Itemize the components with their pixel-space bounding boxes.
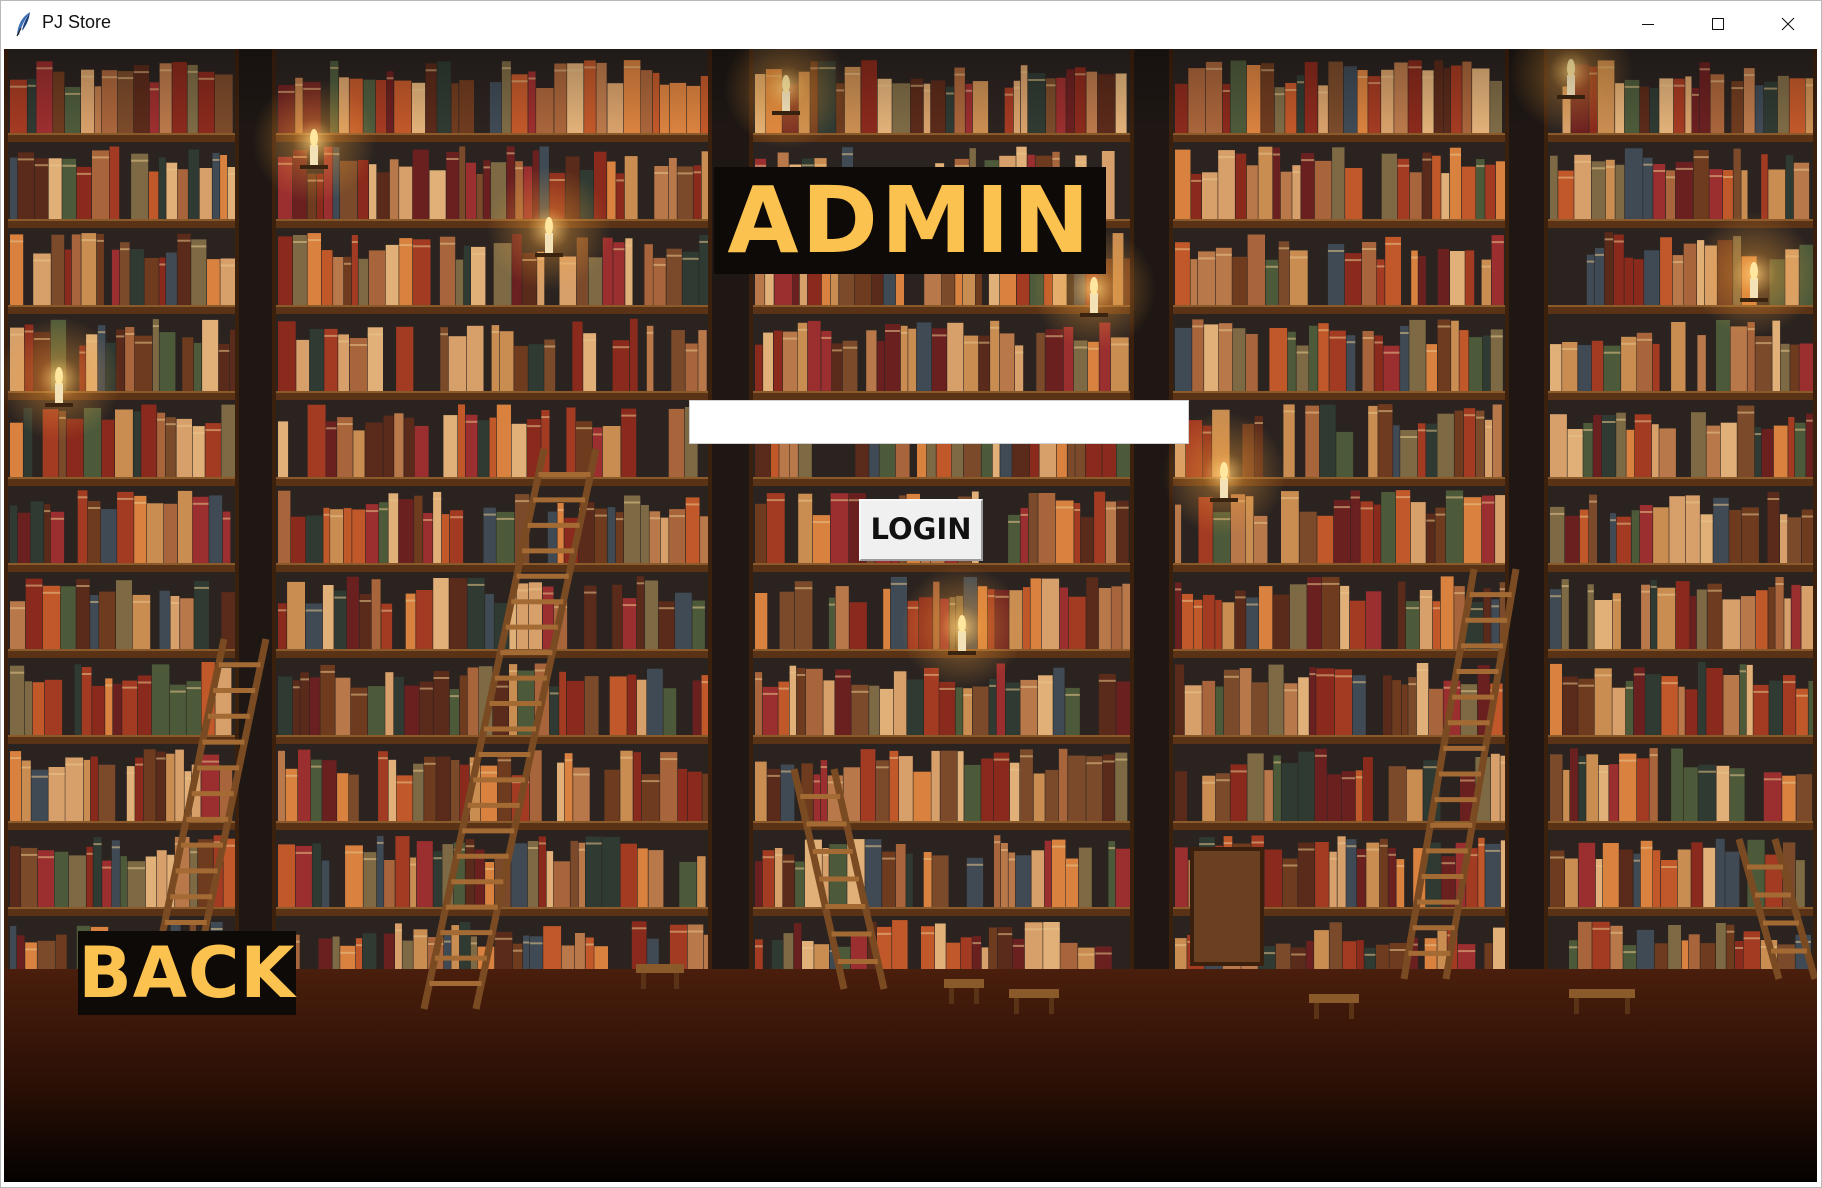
maximize-button[interactable] (1683, 1, 1753, 47)
admin-heading: ADMIN (714, 167, 1106, 274)
title-bar[interactable]: PJ Store (1, 1, 1821, 47)
password-input[interactable] (689, 400, 1189, 444)
login-button[interactable]: LOGIN (859, 499, 983, 561)
close-icon (1781, 17, 1795, 31)
app-window: PJ Store ADMIN LOGIN BACK (0, 0, 1822, 1188)
minimize-icon (1642, 24, 1654, 25)
window-title: PJ Store (42, 12, 112, 32)
close-button[interactable] (1753, 1, 1822, 47)
content-area: ADMIN LOGIN BACK (4, 49, 1817, 1182)
maximize-icon (1712, 18, 1724, 30)
minimize-button[interactable] (1613, 1, 1683, 47)
back-button[interactable]: BACK (78, 931, 296, 1015)
feather-icon (16, 12, 30, 37)
